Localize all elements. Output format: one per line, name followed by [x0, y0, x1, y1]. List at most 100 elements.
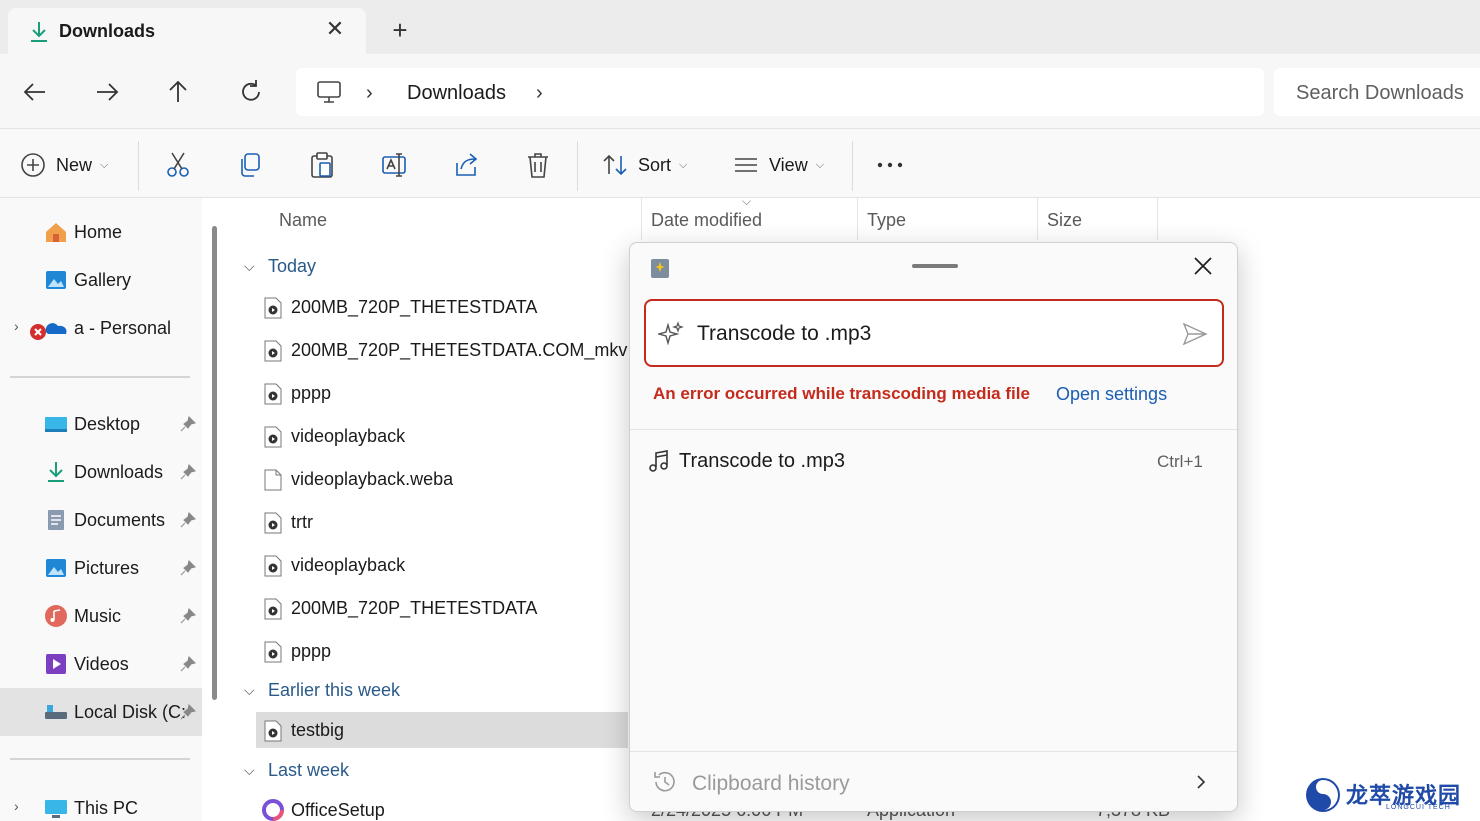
column-header-name[interactable]: Name [279, 210, 327, 231]
video-file-icon [264, 720, 282, 742]
this-pc-icon[interactable] [316, 80, 342, 104]
cut-icon[interactable] [165, 151, 191, 179]
search-input[interactable]: Search Downloads [1274, 68, 1480, 116]
file-row[interactable]: videoplayback [256, 547, 628, 583]
command-popup: Transcode to .mp3 An error occurred whil… [629, 242, 1238, 812]
column-divider[interactable] [857, 198, 858, 240]
group-header-today[interactable]: ⌵ Today [244, 256, 316, 277]
sidebar-item-pictures[interactable]: Pictures [0, 548, 202, 588]
sidebar-item-gallery[interactable]: Gallery [0, 260, 202, 300]
download-arrow-icon [31, 22, 47, 42]
sort-button[interactable]: Sort ⌵ [602, 151, 687, 179]
pin-icon[interactable] [180, 464, 196, 480]
clipboard-history-label: Clipboard history [692, 772, 850, 795]
file-row-selected[interactable]: testbig [256, 712, 628, 748]
sidebar-item-downloads[interactable]: Downloads [0, 452, 202, 492]
more-options-icon[interactable] [876, 151, 904, 179]
sidebar-scrollbar[interactable] [212, 226, 217, 700]
sidebar-item-label: a - Personal [74, 318, 172, 338]
action-item-transcode[interactable]: Transcode to .mp3 Ctrl+1 [630, 441, 1237, 483]
file-name: 200MB_720P_THETESTDATA.COM_mkv [291, 340, 628, 360]
breadcrumb-downloads[interactable]: Downloads [407, 82, 506, 105]
forward-arrow-icon[interactable] [93, 78, 121, 106]
chevron-down-icon: ⌵ [815, 158, 825, 171]
watermark-logo-icon [1306, 778, 1340, 812]
sidebar-item-home[interactable]: Home [0, 212, 202, 252]
file-row[interactable]: videoplayback [256, 418, 628, 454]
sidebar-item-this-pc[interactable]: › This PC [0, 788, 202, 821]
file-row[interactable]: pppp [256, 375, 628, 411]
documents-icon [48, 510, 64, 530]
share-icon[interactable] [453, 151, 479, 179]
close-icon[interactable]: ✕ [324, 18, 346, 40]
column-divider[interactable] [1037, 198, 1038, 240]
chevron-right-icon[interactable]: › [366, 82, 373, 105]
navigation-bar: › Downloads › Search Downloads [0, 54, 1480, 128]
copy-icon[interactable] [237, 151, 263, 179]
chevron-down-icon: ⌵ [244, 682, 255, 698]
sidebar-item-music[interactable]: Music [0, 596, 202, 636]
column-header-size[interactable]: Size [1047, 210, 1082, 231]
drag-handle[interactable] [912, 264, 958, 268]
rename-icon[interactable] [381, 151, 407, 179]
file-row[interactable]: 200MB_720P_THETESTDATA [256, 289, 628, 325]
file-row[interactable]: trtr [256, 504, 628, 540]
video-file-icon [264, 641, 282, 663]
pin-icon[interactable] [180, 512, 196, 528]
sidebar-item-desktop[interactable]: Desktop [0, 404, 202, 444]
group-label: Last week [268, 760, 350, 780]
video-file-icon [264, 383, 282, 405]
column-header-type[interactable]: Type [867, 210, 906, 231]
sidebar-item-documents[interactable]: Documents [0, 500, 202, 540]
chevron-right-icon[interactable]: › [14, 798, 19, 814]
chevron-down-icon: ⌵ [244, 762, 255, 778]
pin-icon[interactable] [180, 656, 196, 672]
chevron-right-icon[interactable]: › [536, 82, 543, 105]
column-divider[interactable] [1157, 198, 1158, 240]
address-bar[interactable]: › Downloads › [296, 68, 1264, 116]
close-icon[interactable] [1192, 255, 1214, 277]
back-arrow-icon[interactable] [21, 78, 49, 106]
pin-icon[interactable] [180, 608, 196, 624]
open-settings-link[interactable]: Open settings [1056, 384, 1167, 405]
paste-icon[interactable] [309, 151, 335, 179]
pin-icon[interactable] [180, 560, 196, 576]
plus-icon[interactable]: + [388, 17, 412, 43]
file-row[interactable]: pppp [256, 633, 628, 669]
view-button[interactable]: View ⌵ [733, 151, 824, 179]
plus-circle-icon [21, 153, 45, 177]
search-placeholder: Search Downloads [1296, 82, 1464, 104]
chevron-right-icon[interactable]: › [14, 318, 19, 334]
group-header-last-week[interactable]: ⌵ Last week [244, 760, 349, 781]
gallery-icon [46, 271, 66, 289]
file-row[interactable]: videoplayback.weba [256, 461, 628, 497]
music-icon [45, 605, 67, 627]
pin-icon[interactable] [180, 416, 196, 432]
popup-divider [630, 429, 1237, 430]
group-header-earlier-this-week[interactable]: ⌵ Earlier this week [244, 680, 400, 701]
column-header-date[interactable]: Date modified [651, 210, 762, 231]
sidebar-item-videos[interactable]: Videos [0, 644, 202, 684]
toolbar-divider [138, 141, 139, 191]
send-icon[interactable] [1182, 321, 1208, 347]
file-row[interactable]: 200MB_720P_THETESTDATA.COM_mkv [256, 332, 628, 368]
sidebar-item-local-disk[interactable]: Local Disk (C: [0, 688, 202, 736]
file-row[interactable]: 200MB_720P_THETESTDATA [256, 590, 628, 626]
pin-icon[interactable] [180, 704, 196, 720]
up-arrow-icon[interactable] [164, 78, 192, 106]
column-divider[interactable] [641, 198, 642, 240]
prompt-input[interactable]: Transcode to .mp3 [644, 299, 1224, 367]
pictures-icon [46, 559, 66, 577]
delete-icon[interactable] [525, 151, 551, 179]
clipboard-history-button[interactable]: Clipboard history [630, 752, 1237, 811]
new-button[interactable]: New ⌵ [20, 151, 108, 179]
sidebar-item-onedrive[interactable]: › a - Personal [0, 308, 202, 348]
tab-downloads[interactable]: Downloads ✕ [8, 8, 366, 54]
video-file-icon [264, 512, 282, 534]
new-label: New [56, 154, 93, 175]
tab-title: Downloads [59, 21, 156, 41]
chevron-down-icon: ⌵ [244, 258, 255, 274]
refresh-icon[interactable] [237, 78, 265, 106]
file-name: videoplayback [291, 426, 406, 446]
office-setup-icon [262, 799, 284, 821]
